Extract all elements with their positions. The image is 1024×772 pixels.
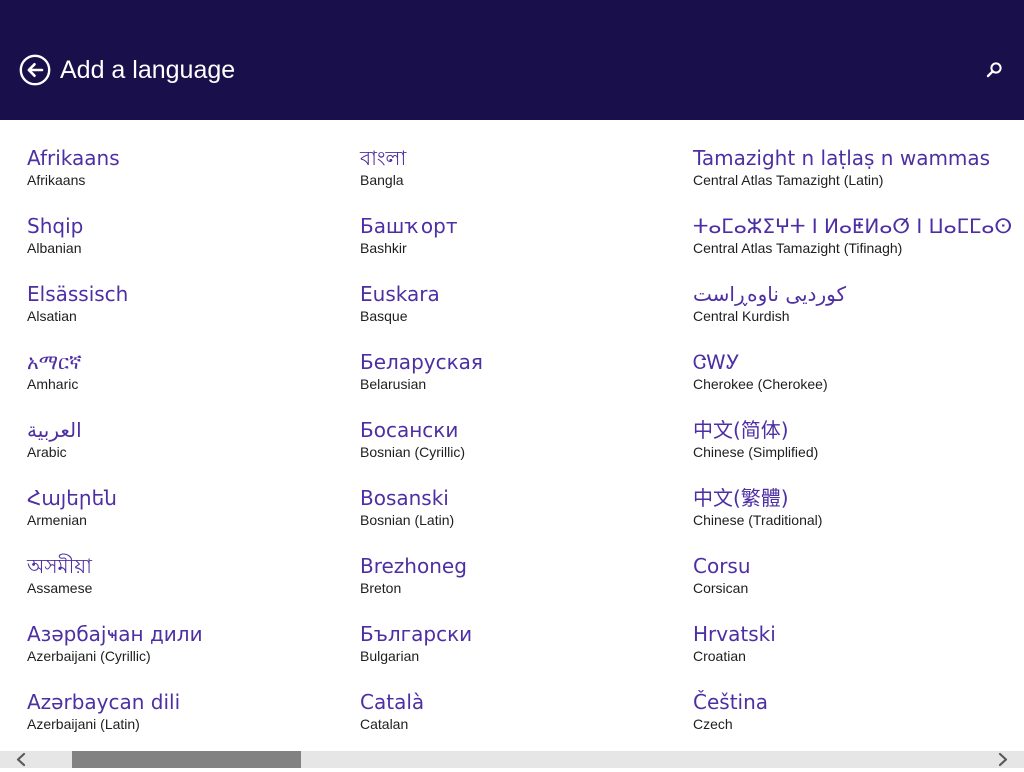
scroll-right-button[interactable] — [992, 751, 1016, 768]
language-native-name: Čeština — [693, 690, 769, 714]
language-native-name: Азәрбајҹан дили — [27, 622, 203, 646]
language-native-name: Hrvatski — [693, 622, 776, 646]
language-english-name: Albanian — [27, 240, 82, 256]
language-english-name: Central Kurdish — [693, 308, 790, 324]
language-english-name: Central Atlas Tamazight (Tifinagh) — [693, 240, 903, 256]
language-item[interactable]: Беларуская Belarusian — [360, 349, 680, 417]
language-english-name: Alsatian — [27, 308, 77, 324]
language-item[interactable]: Azərbaycan dili Azerbaijani (Latin) — [27, 689, 347, 757]
language-item[interactable]: Босански Bosnian (Cyrillic) — [360, 417, 680, 485]
language-item[interactable]: 中文(简体) Chinese (Simplified) — [693, 417, 1013, 485]
language-native-name: Босански — [360, 418, 459, 442]
language-item[interactable]: ᏣᎳᎩ Cherokee (Cherokee) — [693, 349, 1013, 417]
chevron-left-icon — [16, 752, 26, 767]
language-english-name: Catalan — [360, 716, 409, 732]
language-native-name: 中文(繁體) — [693, 486, 789, 510]
language-english-name: Afrikaans — [27, 172, 86, 188]
language-english-name: Azerbaijani (Latin) — [27, 716, 140, 732]
language-english-name: Bosnian (Cyrillic) — [360, 444, 466, 460]
language-item[interactable]: Euskara Basque — [360, 281, 680, 349]
header-bar: Add a language — [0, 0, 1024, 120]
language-english-name: Breton — [360, 580, 402, 596]
language-english-name: Czech — [693, 716, 733, 732]
chevron-right-icon — [998, 752, 1008, 767]
language-english-name: Bashkir — [360, 240, 407, 256]
language-native-name: አማርኛ — [27, 350, 82, 374]
language-english-name: Basque — [360, 308, 408, 324]
language-english-name: Chinese (Traditional) — [693, 512, 823, 528]
language-english-name: Assamese — [27, 580, 93, 596]
language-english-name: Bangla — [360, 172, 404, 188]
language-item[interactable]: Corsu Corsican — [693, 553, 1013, 621]
language-native-name: Tamazight n laṭlaṣ n wammas — [693, 146, 991, 170]
scrollbar-thumb[interactable] — [72, 751, 301, 768]
language-column-3: Tamazight n laṭlaṣ n wammas Central Atlas… — [693, 145, 1013, 757]
language-grid: Afrikaans Afrikaans Shqip Albanian Elsässi… — [0, 120, 1024, 750]
language-item[interactable]: Brezhoneg Breton — [360, 553, 680, 621]
search-button[interactable] — [982, 58, 1006, 82]
language-native-name: Brezhoneg — [360, 554, 467, 578]
language-english-name: Amharic — [27, 376, 79, 392]
language-native-name: বাংলা — [360, 146, 407, 170]
language-native-name: Shqip — [27, 214, 84, 238]
scroll-left-button[interactable] — [8, 751, 32, 768]
language-column-1: Afrikaans Afrikaans Shqip Albanian Elsässi… — [27, 145, 347, 757]
language-item[interactable]: Башҡорт Bashkir — [360, 213, 680, 281]
language-native-name: ⵜⴰⵎⴰⵣⵉⵖⵜ ⵏ ⵍⴰⵟⵍⴰⵚ ⵏ ⵡⴰⵎⵎⴰⵙ — [693, 214, 1013, 238]
back-arrow-circle-icon — [19, 54, 51, 86]
page-title: Add a language — [60, 56, 236, 84]
language-item[interactable]: العربية Arabic — [27, 417, 347, 485]
language-native-name: অসমীয়া — [27, 554, 92, 578]
language-english-name: Corsican — [693, 580, 749, 596]
language-item[interactable]: Hrvatski Croatian — [693, 621, 1013, 689]
language-native-name: ᏣᎳᎩ — [693, 350, 740, 374]
language-item[interactable]: Български Bulgarian — [360, 621, 680, 689]
language-item[interactable]: Afrikaans Afrikaans — [27, 145, 347, 213]
language-native-name: Corsu — [693, 554, 751, 578]
language-english-name: Armenian — [27, 512, 87, 528]
language-native-name: Euskara — [360, 282, 440, 306]
language-native-name: 中文(简体) — [693, 418, 789, 442]
language-native-name: کوردیی ناوەڕاست — [693, 282, 846, 306]
language-english-name: Azerbaijani (Cyrillic) — [27, 648, 151, 664]
search-icon — [986, 62, 1002, 78]
horizontal-scrollbar[interactable] — [0, 751, 1024, 768]
language-english-name: Cherokee (Cherokee) — [693, 376, 828, 392]
language-item[interactable]: বাংলা Bangla — [360, 145, 680, 213]
language-native-name: العربية — [27, 418, 82, 442]
language-item[interactable]: Čeština Czech — [693, 689, 1013, 757]
language-english-name: Croatian — [693, 648, 746, 664]
language-english-name: Bulgarian — [360, 648, 420, 664]
language-english-name: Belarusian — [360, 376, 427, 392]
back-button[interactable] — [19, 54, 51, 86]
language-item[interactable]: کوردیی ناوەڕاست Central Kurdish — [693, 281, 1013, 349]
language-native-name: Беларуская — [360, 350, 483, 374]
language-native-name: Bosanski — [360, 486, 449, 510]
language-item[interactable]: Shqip Albanian — [27, 213, 347, 281]
language-native-name: Afrikaans — [27, 146, 120, 170]
language-item[interactable]: Elsässisch Alsatian — [27, 281, 347, 349]
language-item[interactable]: অসমীয়া Assamese — [27, 553, 347, 621]
language-item[interactable]: ⵜⴰⵎⴰⵣⵉⵖⵜ ⵏ ⵍⴰⵟⵍⴰⵚ ⵏ ⵡⴰⵎⵎⴰⵙ Central Atlas … — [693, 213, 1013, 281]
language-native-name: Български — [360, 622, 473, 646]
language-item[interactable]: Հայերեն Armenian — [27, 485, 347, 553]
language-english-name: Chinese (Simplified) — [693, 444, 819, 460]
language-native-name: Català — [360, 690, 425, 714]
language-english-name: Bosnian (Latin) — [360, 512, 455, 528]
language-native-name: Elsässisch — [27, 282, 129, 306]
language-english-name: Central Atlas Tamazight (Latin) — [693, 172, 884, 188]
language-native-name: Azərbaycan dili — [27, 690, 181, 714]
language-item[interactable]: Азәрбајҹан дили Azerbaijani (Cyrillic) — [27, 621, 347, 689]
language-english-name: Arabic — [27, 444, 67, 460]
language-item[interactable]: 中文(繁體) Chinese (Traditional) — [693, 485, 1013, 553]
language-item[interactable]: አማርኛ Amharic — [27, 349, 347, 417]
language-item[interactable]: Català Catalan — [360, 689, 680, 757]
language-native-name: Башҡорт — [360, 214, 458, 238]
language-native-name: Հայերեն — [27, 486, 117, 510]
language-item[interactable]: Tamazight n laṭlaṣ n wammas Central Atlas… — [693, 145, 1013, 213]
language-column-2: বাংলা Bangla Башҡорт Bashkir Euskara Basque… — [360, 145, 680, 757]
language-item[interactable]: Bosanski Bosnian (Latin) — [360, 485, 680, 553]
